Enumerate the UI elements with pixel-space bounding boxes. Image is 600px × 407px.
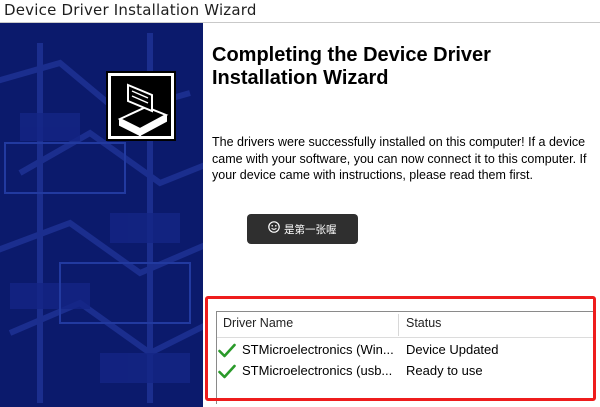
page-title: Completing the Device Driver Installatio… [212, 44, 572, 90]
window-title: Device Driver Installation Wizard [4, 1, 257, 19]
title-bar: Device Driver Installation Wizard [0, 0, 600, 22]
smile-icon [268, 221, 280, 233]
toast-notification: 是第一张喔 [247, 214, 358, 244]
highlight-annotation [205, 296, 596, 401]
toast-text: 是第一张喔 [284, 224, 337, 236]
page-title-line-1: Completing the Device Driver [212, 44, 491, 66]
wizard-sidebar [0, 23, 203, 407]
page-title-line-2: Installation Wizard [212, 67, 389, 89]
device-driver-icon [106, 71, 176, 141]
completion-message: The drivers were successfully installed … [212, 135, 587, 182]
